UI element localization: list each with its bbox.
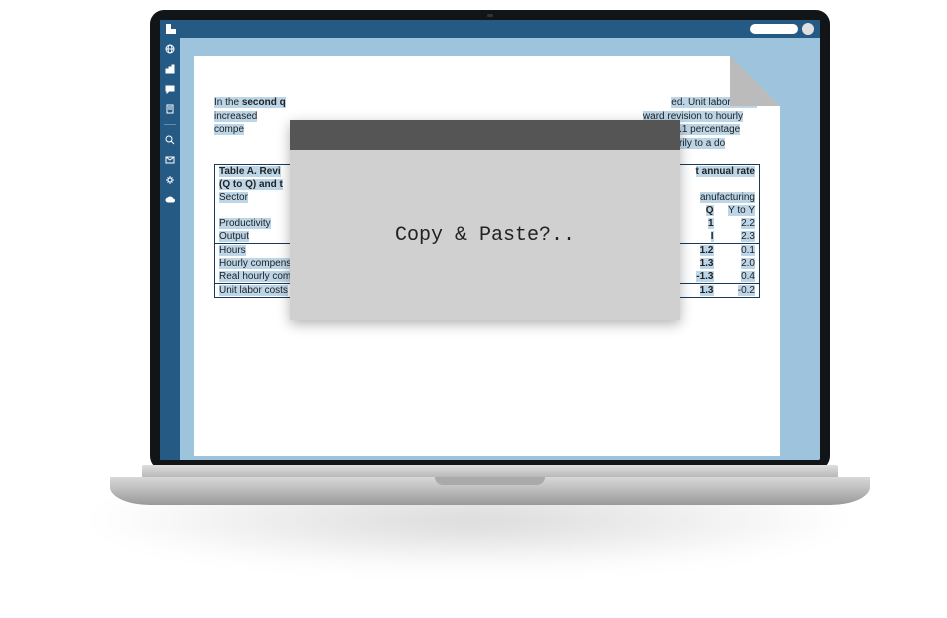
- cell: 1.2: [700, 245, 714, 256]
- search-input[interactable]: [750, 24, 798, 34]
- para-text: In the: [214, 97, 242, 108]
- row-label: Unit labor costs: [219, 285, 288, 296]
- mail-icon[interactable]: [165, 155, 175, 165]
- chart-icon[interactable]: [165, 64, 175, 74]
- row-label: Productivity: [219, 218, 271, 229]
- screen: In the second q ed. Unit labor costs inc…: [160, 20, 820, 460]
- file-icon[interactable]: [165, 104, 175, 114]
- dialog-titlebar[interactable]: [290, 120, 680, 150]
- row-label: Hours: [219, 245, 246, 256]
- camera-icon: [487, 14, 493, 17]
- cell: -0.2: [738, 285, 755, 296]
- page-fold-icon: [730, 56, 780, 106]
- para-bold: second q: [242, 97, 286, 108]
- table-title: (Q to Q) and t: [219, 179, 283, 190]
- cloud-icon[interactable]: [165, 195, 175, 205]
- laptop-lid: In the second q ed. Unit labor costs inc…: [150, 10, 830, 470]
- table-header: Sector: [219, 192, 248, 203]
- table-header: Y to Y: [728, 205, 755, 216]
- laptop-hinge: [142, 465, 838, 477]
- cell: 0.1: [741, 245, 755, 256]
- sidebar: [160, 38, 180, 460]
- app-logo-icon: [166, 24, 176, 34]
- table-header: Q: [706, 205, 714, 216]
- cell: 0.4: [741, 271, 755, 282]
- search-icon[interactable]: [165, 135, 175, 145]
- chat-icon[interactable]: [165, 84, 175, 94]
- laptop: In the second q ed. Unit labor costs inc…: [150, 10, 830, 510]
- dialog-body: Copy & Paste?..: [290, 150, 680, 320]
- topbar-right: [750, 23, 814, 35]
- table-header: anufacturing: [700, 192, 755, 203]
- globe-icon[interactable]: [165, 44, 175, 54]
- cell: 2.0: [741, 258, 755, 269]
- row-label: Output: [219, 231, 249, 242]
- cell: -1.3: [696, 271, 713, 282]
- dialog-text: Copy & Paste?..: [395, 224, 575, 247]
- cell: 2.2: [741, 218, 755, 229]
- gear-icon[interactable]: [165, 175, 175, 185]
- top-bar: [160, 20, 820, 38]
- table-title: t annual rate: [696, 166, 755, 177]
- laptop-notch: [435, 477, 545, 485]
- cell: 1.3: [700, 258, 714, 269]
- table-title: Table A. Revi: [219, 166, 281, 177]
- cell: I: [711, 231, 714, 242]
- sidebar-divider: [164, 124, 176, 125]
- cell: 1.3: [700, 285, 714, 296]
- cell: 2.3: [741, 231, 755, 242]
- cell: 1: [708, 218, 714, 229]
- avatar[interactable]: [802, 23, 814, 35]
- dialog[interactable]: Copy & Paste?..: [290, 120, 680, 320]
